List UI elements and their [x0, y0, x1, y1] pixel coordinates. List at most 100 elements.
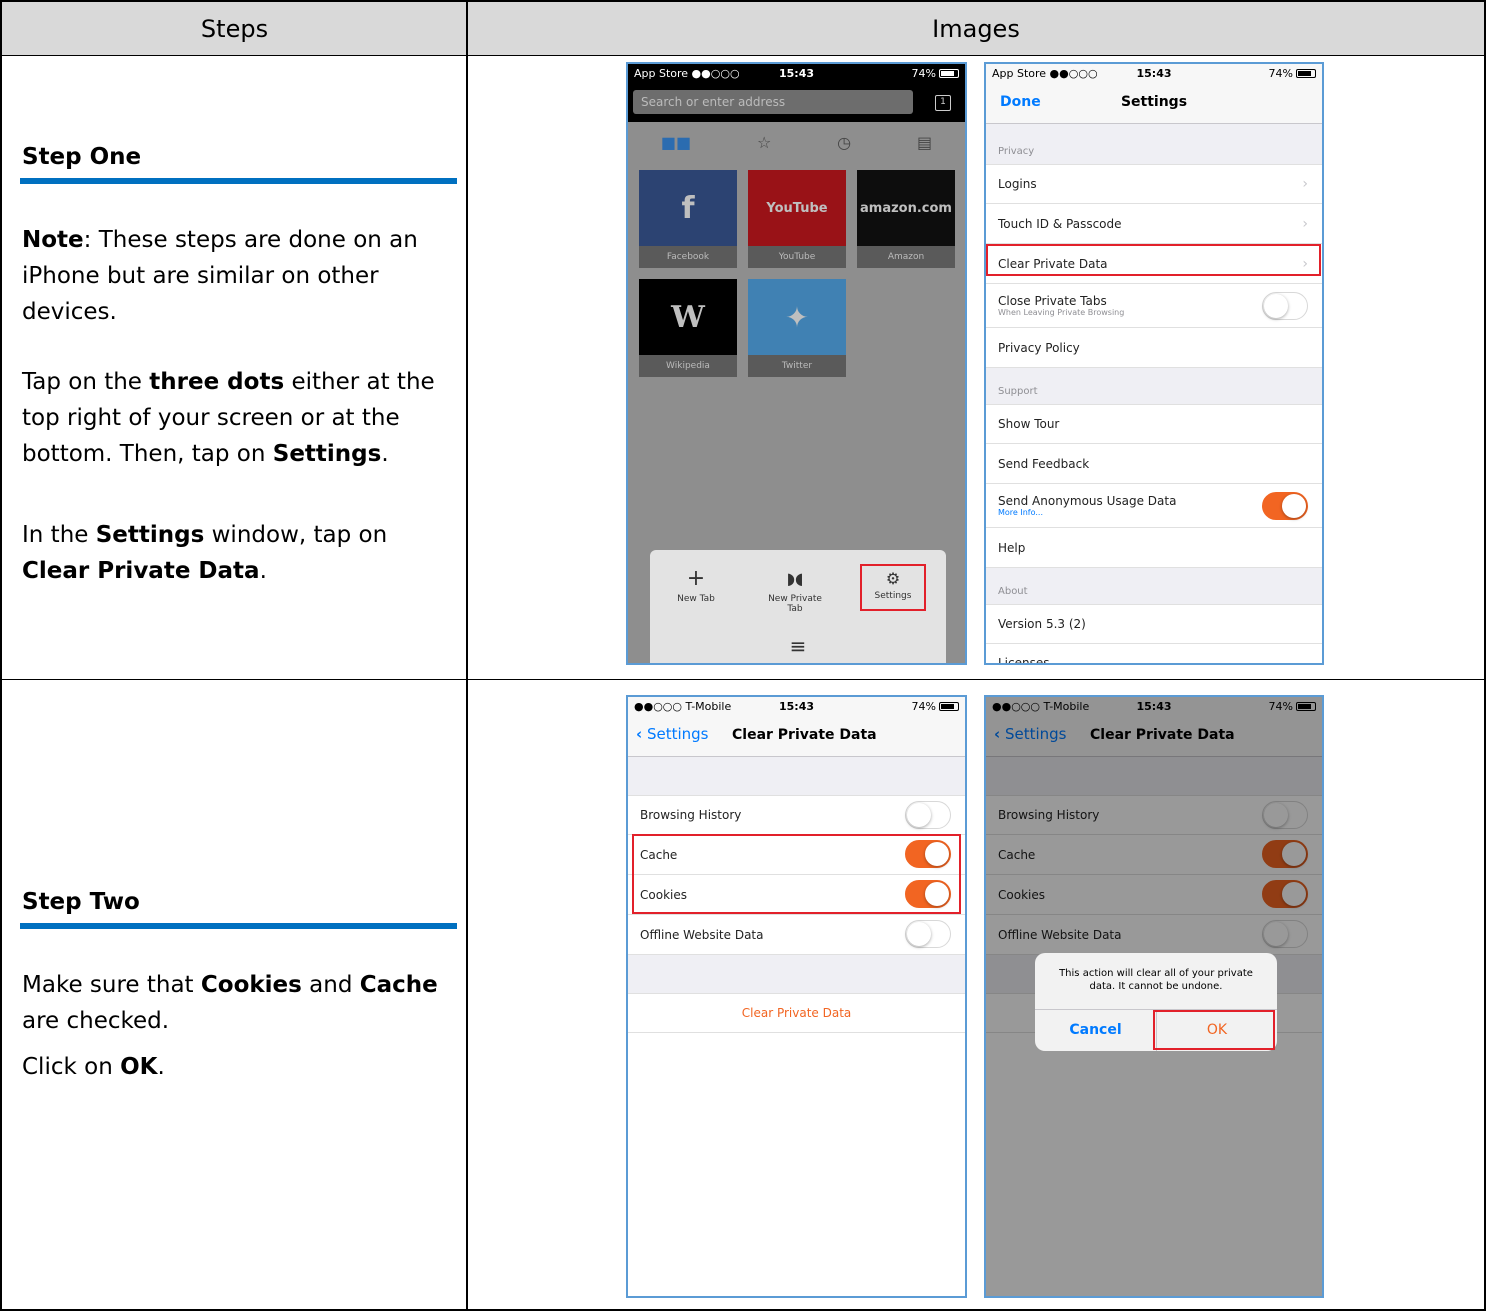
step-two-title: Step Two	[22, 889, 140, 915]
screenshot-clear-private-data: ●●○○○ T-Mobile 15:43 74% ‹ Settings Clea…	[626, 695, 967, 1298]
battery-icon	[938, 68, 959, 78]
alert-message: This action will clear all of your priva…	[1059, 968, 1253, 992]
text-run: .	[157, 1054, 165, 1080]
alert-dialog: This action will clear all of your priva…	[1035, 953, 1277, 1051]
nav-title: Clear Private Data	[732, 727, 877, 743]
top-site-tile[interactable]: amazon.com Amazon	[857, 170, 955, 268]
more-info-link[interactable]: More Info...	[998, 508, 1043, 517]
menu-item-new-tab[interactable]: + New Tab	[668, 568, 724, 605]
status-time: 15:43	[1136, 66, 1172, 80]
offline-data-toggle[interactable]	[905, 920, 951, 948]
step-one-instruction-2: In the Settings window, tap on Clear Pri…	[22, 517, 452, 589]
bookmarks-star-icon[interactable]: ☆	[757, 133, 771, 152]
step-one-rule	[20, 178, 457, 184]
status-carrier: ●●○○○ T-Mobile	[634, 699, 732, 713]
menu-item-settings[interactable]: ⚙ Settings	[860, 564, 926, 611]
ok-button[interactable]: OK	[1157, 1010, 1277, 1051]
row-label: Browsing History	[640, 808, 742, 822]
screenshot-firefox-home: App Store ●●○○○ 15:43 74% Search or ente…	[626, 62, 967, 665]
text-run: Tap on the	[22, 369, 150, 395]
battery-percent: 74%	[911, 699, 936, 713]
top-site-tile[interactable]: ✦ Twitter	[748, 279, 846, 377]
clear-private-data-button[interactable]: Clear Private Data	[628, 993, 965, 1033]
top-site-tile[interactable]: f Facebook	[639, 170, 737, 268]
cancel-button[interactable]: Cancel	[1035, 1010, 1156, 1051]
row-cookies[interactable]: Cookies	[628, 875, 965, 915]
settings-row-version: Version 5.3 (2)	[986, 604, 1322, 644]
back-button[interactable]: ‹ Settings	[636, 725, 709, 743]
step-two-instruction-1: Make sure that Cookies and Cache are che…	[22, 967, 452, 1039]
status-carrier: App Store ●●○○○	[992, 66, 1098, 80]
tab-count-button[interactable]: 1	[935, 95, 951, 111]
browsing-history-toggle[interactable]	[905, 801, 951, 829]
cache-toggle[interactable]	[905, 840, 951, 868]
table-border-middle	[466, 0, 468, 1311]
gear-icon: ⚙	[885, 569, 901, 588]
table-border-row	[0, 679, 1486, 680]
row-label: Send Feedback	[998, 456, 1090, 471]
settings-row-privacy-policy[interactable]: Privacy Policy	[986, 328, 1322, 368]
top-site-logo: YouTube	[748, 170, 846, 246]
section-privacy: Privacy	[998, 146, 1035, 157]
panel-tabs: ■■ ☆ ◷ ▤	[628, 122, 965, 162]
text-run-bold: OK	[120, 1054, 158, 1080]
status-bar: App Store ●●○○○ 15:43 74%	[986, 64, 1322, 82]
settings-row-send-usage-data[interactable]: Send Anonymous Usage Data More Info...	[986, 484, 1322, 528]
hamburger-menu-icon[interactable]: ≡	[650, 634, 946, 658]
settings-row-touch-id[interactable]: Touch ID & Passcode ›	[986, 204, 1322, 244]
section-support: Support	[998, 386, 1038, 397]
text-run-bold: Cookies	[200, 972, 302, 998]
row-label: Cookies	[640, 887, 687, 902]
step-one-instruction-1: Tap on the three dots either at the top …	[22, 364, 452, 472]
nav-bar: Done Settings	[986, 82, 1322, 124]
status-battery: 74%	[1208, 67, 1316, 80]
row-cache[interactable]: Cache	[628, 835, 965, 875]
top-sites-icon[interactable]: ■■	[661, 133, 691, 152]
text-run-bold: Cache	[359, 972, 438, 998]
text-run: Click on	[22, 1054, 121, 1080]
overflow-menu: + New Tab ◗◖ New Private Tab ⚙ Settings …	[650, 550, 946, 663]
reading-list-icon[interactable]: ▤	[917, 133, 932, 152]
row-offline-website-data[interactable]: Offline Website Data	[628, 915, 965, 955]
settings-row-send-feedback[interactable]: Send Feedback	[986, 444, 1322, 484]
note-label: Note	[22, 227, 84, 253]
mask-icon: ◗◖	[786, 569, 804, 588]
status-bar: App Store ●●○○○ 15:43 74%	[628, 64, 965, 82]
row-browsing-history[interactable]: Browsing History	[628, 795, 965, 835]
screenshot-settings: App Store ●●○○○ 15:43 74% Done Settings …	[984, 62, 1324, 665]
menu-item-new-private-tab[interactable]: ◗◖ New Private Tab	[763, 568, 827, 614]
top-site-label: Wikipedia	[666, 361, 710, 371]
send-usage-data-toggle[interactable]	[1262, 492, 1308, 520]
top-site-logo: amazon.com	[857, 170, 955, 246]
battery-icon	[1296, 68, 1316, 78]
chevron-right-icon: ›	[1302, 255, 1308, 272]
settings-row-show-tour[interactable]: Show Tour	[986, 404, 1322, 444]
row-label: Logins	[998, 177, 1037, 191]
status-time: 15:43	[778, 699, 814, 713]
top-site-tile[interactable]: W Wikipedia	[639, 279, 737, 377]
search-input[interactable]: Search or enter address	[633, 90, 913, 114]
history-clock-icon[interactable]: ◷	[837, 133, 851, 152]
top-site-label: YouTube	[778, 252, 816, 262]
text-run: .	[259, 558, 267, 584]
status-battery: 74%	[851, 67, 959, 80]
menu-item-label: New Private Tab	[768, 594, 822, 614]
close-private-tabs-toggle[interactable]	[1262, 292, 1308, 320]
text-run-bold: Clear Private Data	[22, 558, 260, 584]
chevron-right-icon: ›	[1302, 176, 1308, 192]
status-bar: ●●○○○ T-Mobile 15:43 74%	[628, 697, 965, 715]
top-site-label: Amazon	[887, 252, 925, 262]
url-bar-area: Search or enter address 1	[628, 82, 965, 122]
top-site-tile[interactable]: YouTube YouTube	[748, 170, 846, 268]
settings-row-clear-private-data[interactable]: Clear Private Data ›	[986, 244, 1322, 284]
text-run: are checked.	[22, 1008, 170, 1034]
settings-row-licenses[interactable]: Licenses	[986, 644, 1322, 663]
text-run: .	[381, 441, 389, 467]
cookies-toggle[interactable]	[905, 880, 951, 908]
settings-row-help[interactable]: Help	[986, 528, 1322, 568]
settings-row-logins[interactable]: Logins ›	[986, 164, 1322, 204]
nav-title: Settings	[1120, 94, 1188, 110]
empty-area	[628, 1033, 965, 1296]
settings-row-close-private-tabs[interactable]: Close Private Tabs When Leaving Private …	[986, 284, 1322, 328]
header-images: Images	[932, 14, 1020, 43]
